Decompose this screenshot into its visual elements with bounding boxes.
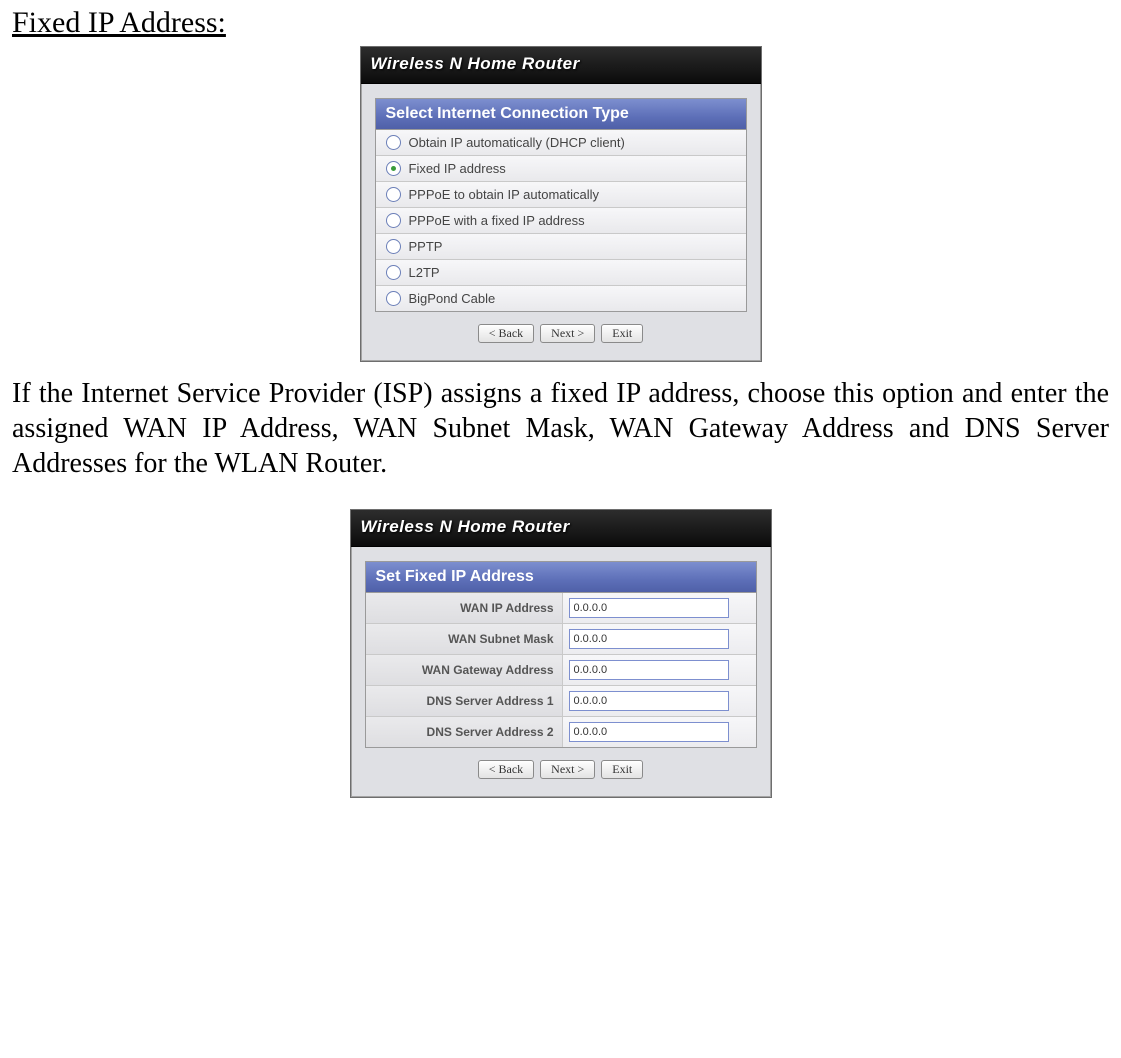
back-button[interactable]: < Back [478, 760, 534, 779]
row-dns2: DNS Server Address 2 [366, 717, 756, 747]
radio-icon [386, 239, 401, 254]
label-dns1: DNS Server Address 1 [366, 686, 563, 716]
option-pppoe-auto[interactable]: PPPoE to obtain IP automatically [376, 182, 746, 208]
input-dns1[interactable] [569, 691, 729, 711]
field-wan-subnet [563, 624, 756, 654]
next-button[interactable]: Next > [540, 324, 595, 343]
option-label: PPPoE with a fixed IP address [409, 213, 585, 228]
radio-icon [386, 187, 401, 202]
field-wan-gateway [563, 655, 756, 685]
router-panel-fixed-ip: Wireless N Home Router Set Fixed IP Addr… [350, 509, 772, 798]
option-l2tp[interactable]: L2TP [376, 260, 746, 286]
option-label: PPPoE to obtain IP automatically [409, 187, 600, 202]
row-dns1: DNS Server Address 1 [366, 686, 756, 717]
input-wan-subnet[interactable] [569, 629, 729, 649]
section-heading: Fixed IP Address: [12, 6, 1109, 40]
label-wan-gateway: WAN Gateway Address [366, 655, 563, 685]
panel2-section-header: Set Fixed IP Address [366, 562, 756, 593]
panel2-inner: Set Fixed IP Address WAN IP Address WAN … [351, 547, 771, 797]
row-wan-ip: WAN IP Address [366, 593, 756, 624]
radio-icon [386, 265, 401, 280]
input-dns2[interactable] [569, 722, 729, 742]
radio-icon [386, 291, 401, 306]
field-dns2 [563, 717, 756, 747]
option-bigpond[interactable]: BigPond Cable [376, 286, 746, 311]
field-dns1 [563, 686, 756, 716]
option-label: BigPond Cable [409, 291, 496, 306]
field-wan-ip [563, 593, 756, 623]
option-label: L2TP [409, 265, 440, 280]
back-button[interactable]: < Back [478, 324, 534, 343]
panel2-button-row: < Back Next > Exit [365, 748, 757, 783]
panel1-section-header: Select Internet Connection Type [376, 99, 746, 130]
option-label: Obtain IP automatically (DHCP client) [409, 135, 625, 150]
input-wan-gateway[interactable] [569, 660, 729, 680]
panel2-titlebar: Wireless N Home Router [351, 510, 771, 547]
panel1-inset: Select Internet Connection Type Obtain I… [375, 98, 747, 312]
radio-icon [386, 213, 401, 228]
exit-button[interactable]: Exit [601, 760, 643, 779]
panel1-button-row: < Back Next > Exit [375, 312, 747, 347]
input-wan-ip[interactable] [569, 598, 729, 618]
panel1-titlebar: Wireless N Home Router [361, 47, 761, 84]
option-label: Fixed IP address [409, 161, 506, 176]
panel1-inner: Select Internet Connection Type Obtain I… [361, 84, 761, 361]
radio-icon [386, 161, 401, 176]
panel2-wrap: Wireless N Home Router Set Fixed IP Addr… [12, 509, 1109, 798]
description-paragraph: If the Internet Service Provider (ISP) a… [12, 376, 1109, 481]
option-label: PPTP [409, 239, 443, 254]
panel2-inset: Set Fixed IP Address WAN IP Address WAN … [365, 561, 757, 748]
next-button[interactable]: Next > [540, 760, 595, 779]
row-wan-gateway: WAN Gateway Address [366, 655, 756, 686]
option-pppoe-fixed[interactable]: PPPoE with a fixed IP address [376, 208, 746, 234]
router-panel-connection-type: Wireless N Home Router Select Internet C… [360, 46, 762, 362]
exit-button[interactable]: Exit [601, 324, 643, 343]
panel1-wrap: Wireless N Home Router Select Internet C… [12, 46, 1109, 362]
label-wan-ip: WAN IP Address [366, 593, 563, 623]
row-wan-subnet: WAN Subnet Mask [366, 624, 756, 655]
label-dns2: DNS Server Address 2 [366, 717, 563, 747]
option-pptp[interactable]: PPTP [376, 234, 746, 260]
radio-icon [386, 135, 401, 150]
option-fixed-ip[interactable]: Fixed IP address [376, 156, 746, 182]
option-dhcp[interactable]: Obtain IP automatically (DHCP client) [376, 130, 746, 156]
label-wan-subnet: WAN Subnet Mask [366, 624, 563, 654]
